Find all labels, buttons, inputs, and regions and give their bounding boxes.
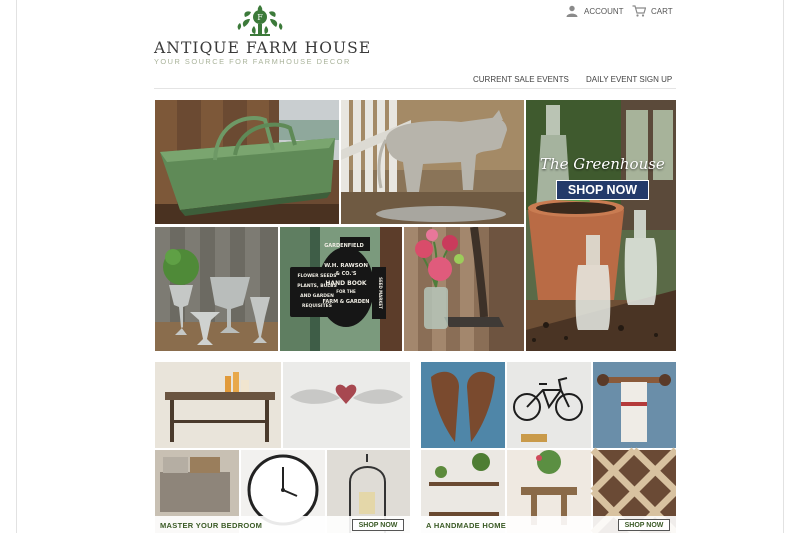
- leaf-crest-icon: F: [237, 5, 283, 36]
- tray-image: [155, 100, 339, 224]
- bedroom-collage-image: [155, 362, 410, 533]
- hero-tile-tray[interactable]: [155, 100, 339, 224]
- account-label: ACCOUNT: [584, 6, 624, 16]
- sign-line-flower-seeds: FLOWER SEEDS: [297, 273, 336, 279]
- seed-sign-image: GARDENFIELD W.H. RAWSON & CO.'S HAND BOO…: [280, 227, 402, 351]
- sign-line-rawson: W.H. RAWSON: [324, 263, 368, 269]
- banner-handmade-shop-now-button[interactable]: SHOP NOW: [618, 519, 670, 531]
- user-icon: [566, 5, 578, 17]
- banner-handmade-label: A HANDMADE HOME: [426, 521, 507, 530]
- cart-label: CART: [651, 6, 673, 16]
- sign-line-requisites: REQUISITES: [302, 303, 332, 309]
- sign-line-gardenfield: GARDENFIELD: [324, 243, 364, 249]
- hero-tile-greenhouse[interactable]: [526, 100, 676, 351]
- svg-text:F: F: [257, 13, 263, 22]
- nav-daily-event-sign-up[interactable]: DAILY EVENT SIGN UP: [586, 75, 672, 84]
- sign-line-co: & CO.'S: [336, 271, 357, 277]
- cart-link[interactable]: CART: [632, 4, 673, 18]
- banner-bedroom-shop-now-button[interactable]: SHOP NOW: [352, 519, 404, 531]
- brand-tagline: YOUR SOURCE FOR FARMHOUSE DECOR: [154, 57, 351, 66]
- banner-handmade[interactable]: [421, 362, 676, 533]
- banner-bedroom-label: MASTER YOUR BEDROOM: [160, 521, 263, 530]
- hero-tile-flowers[interactable]: [404, 227, 524, 351]
- page-frame-left: [16, 0, 17, 533]
- hero-tile-cow[interactable]: [341, 100, 524, 224]
- nav-current-sale-events[interactable]: CURRENT SALE EVENTS: [473, 75, 569, 84]
- sign-line-and-garden: AND GARDEN: [300, 293, 334, 299]
- hero-tile-sign[interactable]: GARDENFIELD W.H. RAWSON & CO.'S HAND BOO…: [280, 227, 402, 351]
- brand-name: ANTIQUE FARM HOUSE: [154, 39, 372, 57]
- nav-divider: [154, 88, 676, 89]
- greenhouse-image: [526, 100, 676, 351]
- banner-bedroom[interactable]: [155, 362, 410, 533]
- zinnia-vase-image: [404, 227, 524, 351]
- cart-icon: [632, 5, 646, 17]
- sign-line-plants-bulbs: PLANTS, BULBS: [297, 283, 337, 289]
- sign-line-for-the: FOR THE: [336, 289, 356, 294]
- greenhouse-title: The Greenhouse: [540, 155, 665, 173]
- hero-tile-urns[interactable]: [155, 227, 278, 351]
- sign-line-seed-market: SEED MARKET: [378, 277, 383, 309]
- account-link[interactable]: ACCOUNT: [566, 4, 624, 18]
- cow-statue-image: [341, 100, 524, 224]
- handmade-collage-image: [421, 362, 676, 533]
- page-frame-right: [783, 0, 784, 533]
- urns-image: [155, 227, 278, 351]
- greenhouse-shop-now-button[interactable]: SHOP NOW: [556, 180, 649, 200]
- site-logo[interactable]: F ANTIQUE FARM HOUSE YOUR SOURCE FOR FAR…: [154, 2, 372, 68]
